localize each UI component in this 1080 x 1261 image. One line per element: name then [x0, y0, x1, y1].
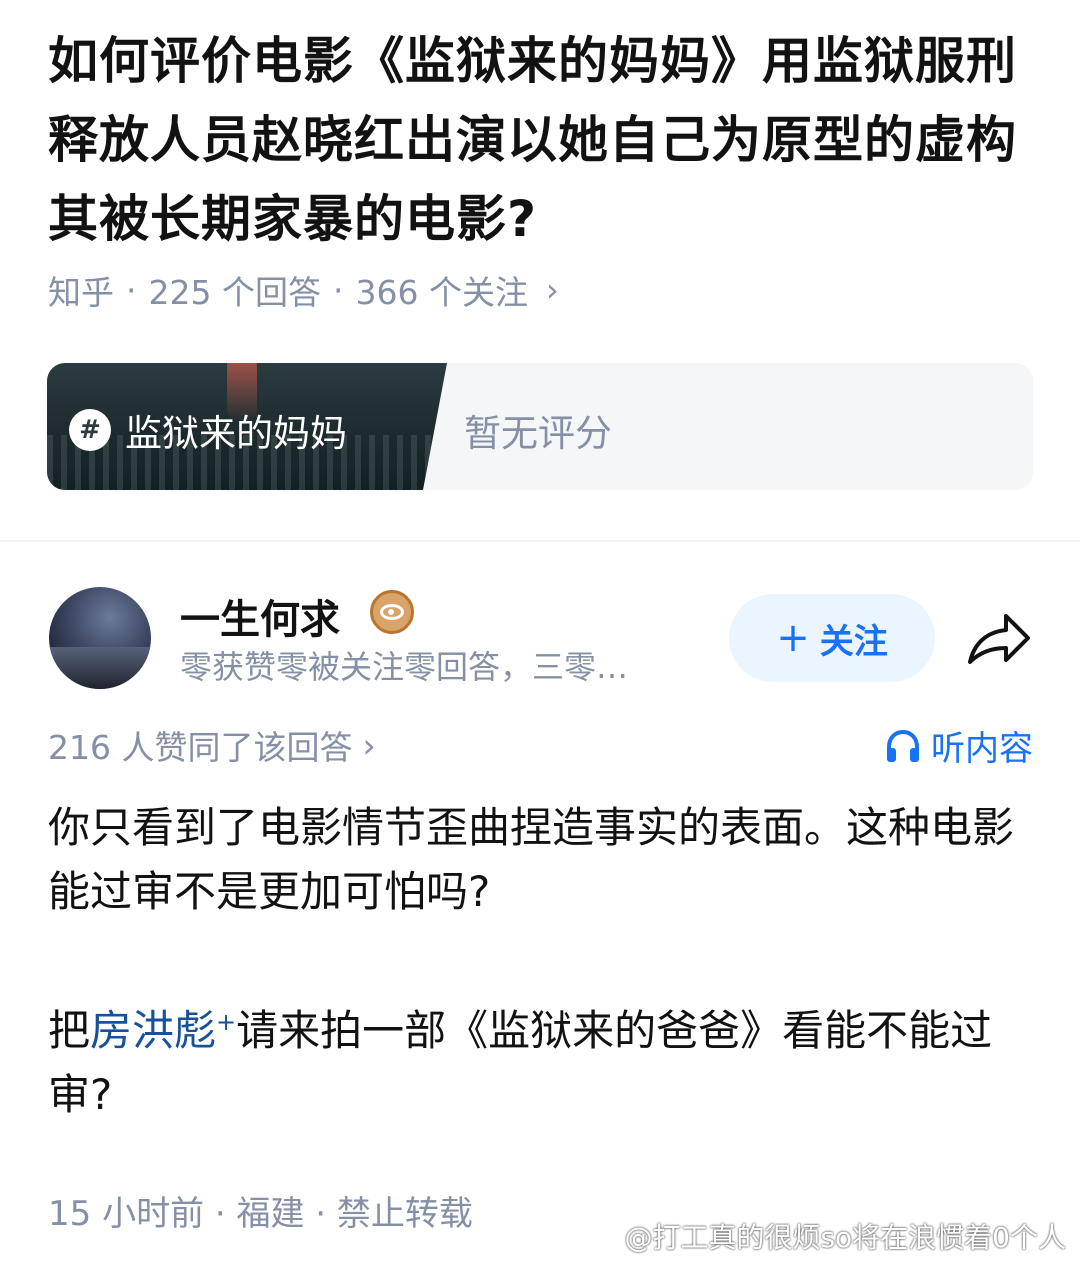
source-label: 知乎 — [48, 273, 114, 312]
answer-paragraph: 把房洪彪+请来拍一部《监狱来的爸爸》看能不能过审? — [48, 990, 1038, 1127]
answer-paragraph: 你只看到了电影情节歪曲捏造事实的表面。这种电影能过审不是更加可怕吗? — [48, 803, 1015, 916]
plus-icon: + — [776, 615, 810, 661]
eye-badge-icon[interactable] — [370, 590, 414, 634]
section-divider — [0, 540, 1080, 542]
vote-count[interactable]: 216 人赞同了该回答 › — [48, 721, 376, 769]
paragraph-text: 把 — [48, 1006, 91, 1055]
answer-count: 225 个回答 — [148, 273, 321, 312]
hashtag-icon: # — [69, 409, 111, 451]
chevron-right-icon: › — [545, 271, 559, 309]
movie-tag: # 监狱来的妈妈 — [69, 403, 347, 457]
follow-button[interactable]: + 关注 — [729, 594, 935, 682]
listen-button[interactable]: 听内容 — [885, 721, 1033, 770]
question-meta[interactable]: 知乎 · 225 个回答 · 366 个关注 › — [48, 266, 559, 314]
vote-text: 216 人赞同了该回答 — [48, 728, 353, 767]
meta-separator: · — [332, 270, 344, 310]
question-title[interactable]: 如何评价电影《监狱来的妈妈》用监狱服刑释放人员赵晓红出演以她自己为原型的虚构其被… — [48, 22, 1038, 259]
author-bio: 零获赞零被关注零回答，三零… — [180, 648, 629, 686]
link-plus-icon: + — [216, 1008, 237, 1036]
avatar[interactable] — [49, 587, 151, 689]
answer-meta: 15 小时前 · 福建 · 禁止转载 — [48, 1194, 473, 1234]
movie-card[interactable]: # 监狱来的妈妈 暂无评分 — [47, 363, 1033, 490]
meta-separator: · — [126, 270, 137, 310]
movie-name: 监狱来的妈妈 — [125, 412, 347, 455]
movie-rating: 暂无评分 — [464, 412, 612, 455]
watermark: @打工真的很烦so将在浪惯着0个人 — [624, 1221, 1066, 1254]
follower-count: 366 个关注 — [355, 273, 528, 312]
author-name[interactable]: 一生何求 — [180, 587, 340, 645]
person-link[interactable]: 房洪彪 — [90, 1006, 216, 1055]
follow-label: 关注 — [819, 621, 888, 662]
listen-label: 听内容 — [931, 729, 1033, 769]
headphone-icon — [887, 729, 919, 762]
share-icon[interactable] — [966, 610, 1032, 666]
chevron-right-icon: › — [362, 725, 376, 765]
